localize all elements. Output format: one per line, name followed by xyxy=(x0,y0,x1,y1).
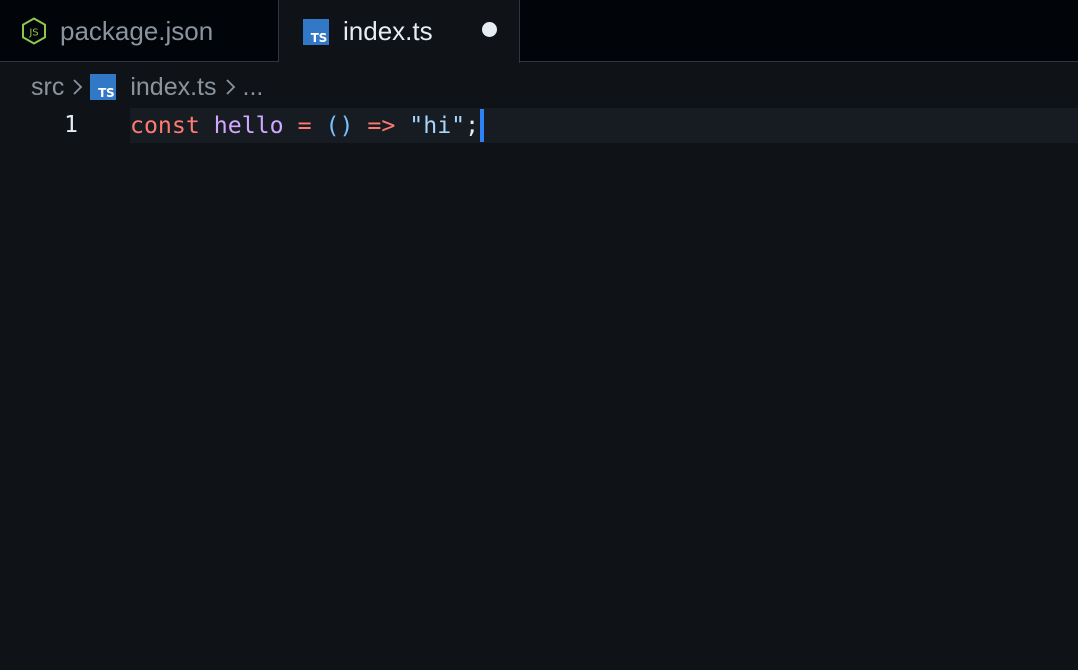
breadcrumb-more[interactable]: ... xyxy=(243,73,264,102)
chevron-right-icon xyxy=(217,77,243,97)
breadcrumb-file[interactable]: index.ts xyxy=(130,73,216,102)
tab-package-json[interactable]: JS package.json xyxy=(0,0,279,62)
typescript-icon: TS xyxy=(303,18,329,45)
keyword-token: const xyxy=(130,112,200,139)
code-line[interactable]: const hello = () => "hi"; xyxy=(130,108,485,143)
parens-token: () xyxy=(325,112,354,139)
breadcrumb-folder[interactable]: src xyxy=(31,73,64,102)
code-editor[interactable]: 1 const hello = () => "hi"; xyxy=(0,108,1078,670)
arrow-token: => xyxy=(367,112,396,139)
line-number: 1 xyxy=(64,112,78,138)
semicolon-token: ; xyxy=(465,112,480,139)
string-token: "hi" xyxy=(409,112,466,139)
nodejs-icon: JS xyxy=(21,17,47,45)
tab-label: package.json xyxy=(60,15,214,46)
identifier-token: hello xyxy=(213,112,284,139)
operator-token: = xyxy=(297,112,312,139)
breadcrumb: src TS index.ts ... xyxy=(31,70,263,104)
svg-text:JS: JS xyxy=(28,28,38,39)
tab-index-ts[interactable]: TS index.ts xyxy=(279,0,520,63)
tab-label: index.ts xyxy=(343,16,433,46)
chevron-right-icon xyxy=(64,77,90,97)
unsaved-changes-icon[interactable] xyxy=(482,22,497,37)
typescript-icon: TS xyxy=(90,74,117,100)
tab-bar: JS package.json TS index.ts xyxy=(0,0,1078,63)
text-cursor xyxy=(480,109,485,142)
